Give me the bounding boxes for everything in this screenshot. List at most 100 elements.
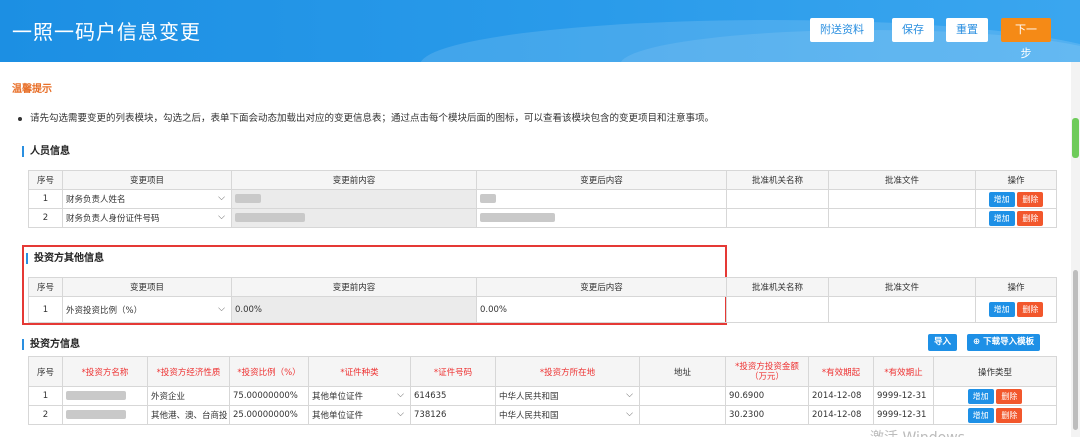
id-number-input[interactable]: 738126 (410, 405, 496, 425)
approval-document-input[interactable] (828, 189, 976, 209)
col-header: 变更后内容 (476, 277, 727, 297)
row-number: 1 (28, 386, 63, 406)
col-header: 变更后内容 (476, 170, 727, 190)
id-type-value: 其他单位证件 (312, 392, 364, 402)
add-button[interactable]: 增加 (988, 210, 1015, 226)
location-select[interactable]: 中华人民共和国 ⌵ (495, 386, 640, 406)
approval-document-input[interactable] (828, 208, 976, 228)
investor-name-input[interactable] (62, 405, 148, 425)
actions-cell: 增加 删除 (975, 208, 1057, 228)
after-content-input[interactable]: 0.00% (476, 296, 727, 323)
chevron-down-icon: ⌵ (626, 390, 633, 400)
col-header: *投资方名称 (62, 356, 148, 387)
id-type-select[interactable]: 其他单位证件 ⌵ (308, 405, 411, 425)
row-number: 2 (28, 405, 63, 425)
delete-button[interactable]: 删除 (996, 388, 1023, 404)
location-value: 中华人民共和国 (499, 411, 559, 421)
id-type-value: 其他单位证件 (312, 411, 364, 421)
col-header: 序号 (28, 277, 63, 297)
after-content-input[interactable] (476, 189, 727, 209)
chevron-down-icon: ⌵ (218, 193, 225, 203)
redacted-value (66, 410, 126, 419)
valid-from-input[interactable]: 2014-12-08 (808, 386, 874, 406)
attach-materials-button[interactable]: 附送资料 (810, 18, 874, 42)
change-item-select[interactable]: 财务负责人姓名 ⌵ (62, 189, 232, 209)
actions-cell: 增加 删除 (933, 405, 1057, 425)
col-header: 变更项目 (62, 277, 232, 297)
add-button[interactable]: 增加 (967, 388, 994, 404)
add-button[interactable]: 增加 (988, 302, 1015, 317)
download-icon: ⊕ (973, 337, 984, 347)
personnel-section-title: 人员信息 (22, 146, 70, 157)
valid-from-input[interactable]: 2014-12-08 (808, 405, 874, 425)
change-item-select[interactable]: 外资投资比例（%） ⌵ (62, 296, 232, 323)
change-item-value: 财务负责人身份证件号码 (66, 214, 160, 224)
economic-nature-input[interactable]: 其他港、澳、台商投 (147, 405, 230, 425)
change-item-select[interactable]: 财务负责人身份证件号码 ⌵ (62, 208, 232, 228)
actions-cell: 增加 删除 (933, 386, 1057, 406)
ratio-input[interactable]: 25.00000000% (229, 405, 309, 425)
approval-authority-input[interactable] (726, 189, 829, 209)
after-content-input[interactable] (476, 208, 727, 228)
ratio-input[interactable]: 75.00000000% (229, 386, 309, 406)
download-template-label: 下载导入模板 (983, 337, 1035, 347)
before-content-cell (231, 189, 477, 209)
table-row: 1 外资企业 75.00000000% 其他单位证件 ⌵ 614635 中华人民共… (28, 386, 1057, 406)
table-header-row: 序号 变更项目 变更前内容 变更后内容 批准机关名称 批准文件 操作 (28, 277, 1057, 297)
col-header: 操作类型 (933, 356, 1057, 387)
actions-cell: 增加 删除 (975, 189, 1057, 209)
col-header: 变更前内容 (231, 277, 477, 297)
add-button[interactable]: 增加 (988, 191, 1015, 207)
delete-button[interactable]: 删除 (1017, 191, 1044, 207)
import-button[interactable]: 导入 (928, 334, 958, 351)
col-header: *投资方经济性质 (147, 356, 230, 387)
approval-document-input[interactable] (828, 296, 976, 323)
approval-authority-input[interactable] (726, 296, 829, 323)
id-type-select[interactable]: 其他单位证件 ⌵ (308, 386, 411, 406)
amount-input[interactable]: 30.2300 (725, 405, 809, 425)
col-header: 地址 (639, 356, 726, 387)
chevron-down-icon: ⌵ (397, 390, 404, 400)
address-input[interactable] (639, 386, 726, 406)
col-header: *投资方所在地 (495, 356, 640, 387)
col-header: *证件种类 (308, 356, 411, 387)
col-header: 序号 (28, 356, 63, 387)
table-row: 2 财务负责人身份证件号码 ⌵ 增加 删除 (28, 208, 1057, 228)
table-row: 2 其他港、澳、台商投 25.00000000% 其他单位证件 ⌵ 738126 … (28, 405, 1057, 425)
save-button[interactable]: 保存 (892, 18, 934, 42)
valid-to-input[interactable]: 9999-12-31 (873, 386, 934, 406)
delete-button[interactable]: 删除 (996, 407, 1023, 423)
id-number-input[interactable]: 614635 (410, 386, 496, 406)
col-header: 变更前内容 (231, 170, 477, 190)
chevron-down-icon: ⌵ (218, 212, 225, 222)
chevron-down-icon: ⌵ (626, 409, 633, 419)
col-header: 序号 (28, 170, 63, 190)
valid-to-input[interactable]: 9999-12-31 (873, 405, 934, 425)
delete-button[interactable]: 删除 (1017, 302, 1044, 317)
chevron-down-icon: ⌵ (397, 409, 404, 419)
economic-nature-input[interactable]: 外资企业 (147, 386, 230, 406)
redacted-value (235, 194, 261, 203)
next-step-button[interactable]: 下一步 (1001, 18, 1051, 60)
redacted-value (480, 194, 496, 203)
col-header: *投资方投资金额（万元） (725, 356, 809, 387)
col-header: 批准机关名称 (726, 277, 829, 297)
amount-input[interactable]: 90.6900 (725, 386, 809, 406)
redacted-value (480, 213, 555, 222)
location-select[interactable]: 中华人民共和国 ⌵ (495, 405, 640, 425)
address-input[interactable] (639, 405, 726, 425)
reset-button[interactable]: 重置 (946, 18, 988, 42)
table-row: 1 外资投资比例（%） ⌵ 0.00% 0.00% 增加 删除 (28, 296, 1057, 323)
change-item-value: 财务负责人姓名 (66, 195, 126, 205)
approval-authority-input[interactable] (726, 208, 829, 228)
add-button[interactable]: 增加 (967, 407, 994, 423)
change-item-value: 外资投资比例（%） (66, 305, 143, 316)
download-template-button[interactable]: ⊕ 下载导入模板 (967, 334, 1041, 351)
tip-text-content: 请先勾选需要变更的列表模块，勾选之后，表单下面会动态加载出对应的变更信息表；通过… (30, 113, 715, 124)
col-header: 批准文件 (828, 170, 976, 190)
location-value: 中华人民共和国 (499, 392, 559, 402)
investor-name-input[interactable] (62, 386, 148, 406)
scrollbar-thumb[interactable] (1073, 270, 1078, 430)
table-row: 1 财务负责人姓名 ⌵ 增加 删除 (28, 189, 1057, 209)
delete-button[interactable]: 删除 (1017, 210, 1044, 226)
